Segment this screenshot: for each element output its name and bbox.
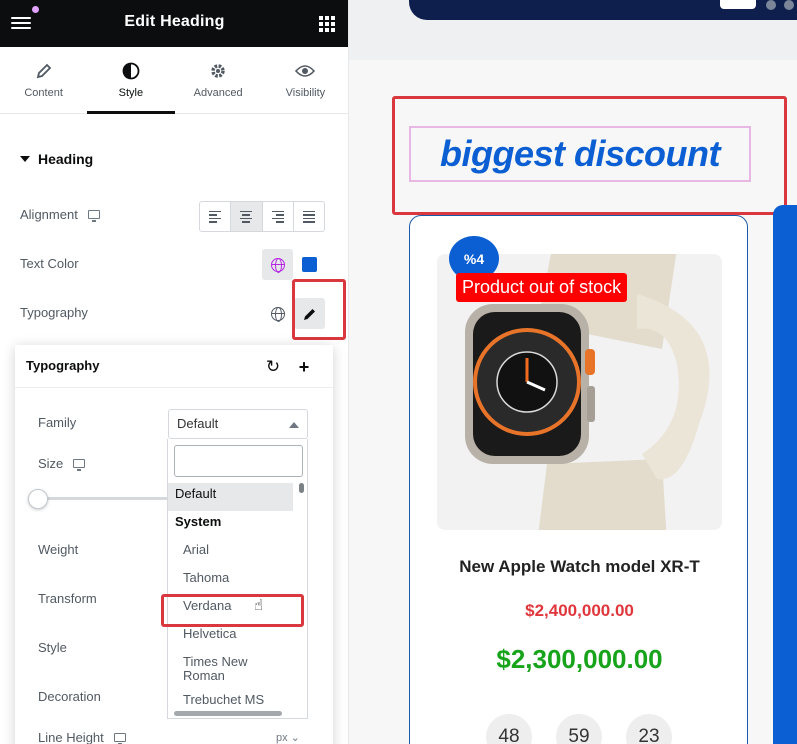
align-right-button[interactable] xyxy=(263,202,294,231)
desktop-monitor-icon[interactable] xyxy=(87,210,100,222)
decoration-label: Decoration xyxy=(38,689,101,704)
new-price: $2,300,000.00 xyxy=(496,644,663,674)
tab-advanced-label: Advanced xyxy=(193,87,243,99)
style-label: Style xyxy=(38,640,67,655)
pencil-icon xyxy=(0,61,87,81)
slider-dot[interactable] xyxy=(784,0,794,10)
text-color-row: Text Color xyxy=(20,256,79,271)
size-slider-track[interactable] xyxy=(38,497,168,500)
notification-dot xyxy=(32,6,39,13)
font-search-input[interactable] xyxy=(174,445,303,477)
gear-icon xyxy=(175,61,262,81)
next-card-edge xyxy=(773,205,797,744)
size-slider-thumb[interactable] xyxy=(28,489,48,509)
heading-widget[interactable]: biggest discount xyxy=(409,126,751,182)
tab-content[interactable]: Content xyxy=(0,47,87,113)
tab-style[interactable]: Style xyxy=(87,47,175,114)
canvas-top-strip xyxy=(349,0,797,60)
add-icon[interactable]: + xyxy=(293,356,315,378)
font-option-arial[interactable]: Arial xyxy=(168,539,293,567)
weight-label: Weight xyxy=(38,542,79,557)
font-option-tahoma[interactable]: Tahoma xyxy=(168,567,293,595)
line-height-unit-select[interactable]: px ⌄ xyxy=(276,731,300,744)
half-circle-icon xyxy=(87,61,174,81)
alignment-control-label: Alignment xyxy=(20,207,100,222)
font-group-system: System xyxy=(175,514,222,529)
widgets-grid-icon[interactable] xyxy=(319,16,335,32)
preview-canvas: biggest discount %4 Product out of stock… xyxy=(349,0,797,744)
text-color-label: Text Color xyxy=(20,256,79,271)
tab-content-label: Content xyxy=(24,87,63,99)
countdown-days: 48 xyxy=(486,714,532,744)
tab-style-label: Style xyxy=(118,87,144,99)
section-heading-toggle[interactable]: Heading xyxy=(20,151,93,167)
line-height-control-label: Line Height xyxy=(38,730,126,744)
align-justify-button[interactable] xyxy=(294,202,324,231)
tab-visibility[interactable]: Visibility xyxy=(262,47,348,113)
desktop-monitor-icon[interactable] xyxy=(73,459,86,471)
reset-icon[interactable]: ↻ xyxy=(262,356,284,378)
highlight-box-verdana xyxy=(161,594,304,627)
popover-header: Typography ↻ + xyxy=(15,345,333,388)
transform-label: Transform xyxy=(38,591,97,606)
slider-active-indicator[interactable] xyxy=(720,0,756,9)
alignment-label: Alignment xyxy=(20,207,78,222)
hand-cursor-icon: ☝ xyxy=(254,597,264,614)
font-family-value: Default xyxy=(177,416,219,431)
product-title[interactable]: New Apple Watch model XR-T xyxy=(410,557,749,577)
size-control-label: Size xyxy=(38,456,86,471)
dropdown-scrollbar[interactable] xyxy=(299,483,304,493)
line-height-label: Line Height xyxy=(38,730,104,744)
color-swatch xyxy=(302,257,317,272)
popover-title: Typography xyxy=(26,358,100,373)
dropdown-horizontal-scrollbar[interactable] xyxy=(174,711,282,716)
globe-icon xyxy=(270,257,285,273)
unit-value: px xyxy=(276,732,288,744)
heading-text: biggest discount xyxy=(440,133,721,174)
chevron-up-icon xyxy=(289,422,299,428)
global-color-button[interactable] xyxy=(262,249,293,280)
desktop-monitor-icon[interactable] xyxy=(113,733,126,744)
font-option-times-new-roman[interactable]: Times New Roman xyxy=(168,651,293,689)
eye-icon xyxy=(262,61,348,81)
family-label: Family xyxy=(38,415,77,430)
editor-tabs: Content Style Advanced Visibility xyxy=(0,47,348,114)
globe-icon xyxy=(270,306,285,322)
old-price: $2,400,000.00 xyxy=(525,601,634,620)
size-label: Size xyxy=(38,456,64,471)
typography-row: Typography xyxy=(20,305,88,320)
editor-header: Edit Heading xyxy=(0,0,348,47)
font-option-default[interactable]: Default xyxy=(168,483,293,511)
align-center-button[interactable] xyxy=(231,202,263,231)
alignment-button-group xyxy=(199,201,325,232)
font-family-dropdown: Default System Arial Tahoma Verdana Helv… xyxy=(167,439,308,719)
tab-advanced[interactable]: Advanced xyxy=(175,47,262,113)
out-of-stock-label: Product out of stock xyxy=(456,273,628,302)
tab-visibility-label: Visibility xyxy=(285,87,326,99)
color-picker-button[interactable] xyxy=(294,249,325,280)
align-left-button[interactable] xyxy=(200,202,232,231)
highlight-box-edit-typography xyxy=(292,279,346,340)
editor-panel: Edit Heading Content Style Advanced Visi… xyxy=(0,0,349,744)
countdown-hours: 59 xyxy=(556,714,602,744)
section-title: Heading xyxy=(38,151,94,167)
font-option-helvetica[interactable]: Helvetica xyxy=(168,623,293,651)
panel-title: Edit Heading xyxy=(124,13,225,30)
countdown-minutes: 23 xyxy=(626,714,672,744)
product-card[interactable]: %4 Product out of stock New Apple Watch … xyxy=(409,215,748,744)
global-typography-button[interactable] xyxy=(262,298,293,329)
typography-label: Typography xyxy=(20,305,88,320)
caret-down-icon xyxy=(20,156,30,162)
typography-popover: Typography ↻ + Family Default Size Weigh… xyxy=(15,345,333,744)
slider-dot[interactable] xyxy=(766,0,776,10)
font-family-select[interactable]: Default xyxy=(168,409,308,439)
